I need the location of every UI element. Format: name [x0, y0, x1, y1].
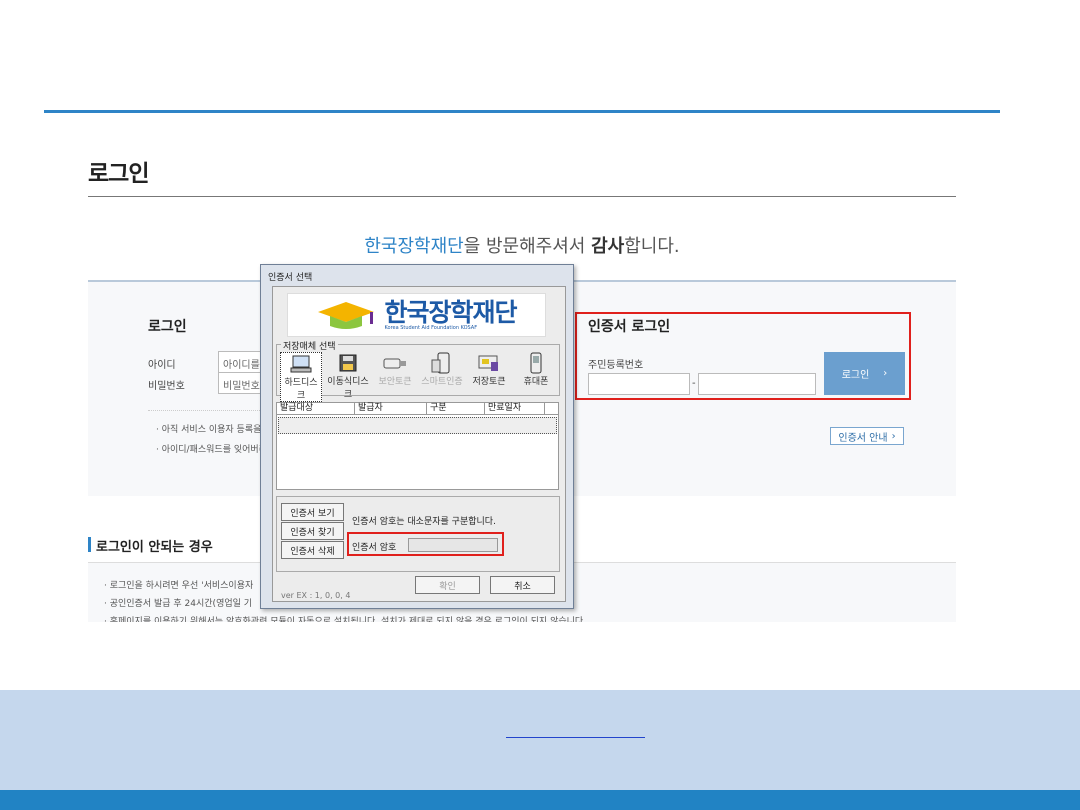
cert-list[interactable]: 발급대상 발급자 구분 만료일자 [276, 402, 559, 490]
storage-token-icon [478, 355, 498, 371]
cert-login-heading: 인증서 로그인 [588, 319, 671, 335]
media-list: 하드디스크 이동식디스크 보안토큰 스마트인증 저장토큰 휴대폰 [280, 352, 557, 402]
graduation-cap-icon [318, 302, 375, 329]
guide-button-label: 인증서 안내 [838, 432, 888, 444]
section-marker [88, 537, 91, 552]
view-cert-button[interactable]: 인증서 보기 [281, 503, 344, 521]
footer-link[interactable] [506, 734, 645, 738]
password-label: 인증서 암호 [352, 543, 397, 553]
welcome-end: 합니다. [624, 236, 680, 257]
title-divider [88, 196, 956, 197]
cert-login-button[interactable]: 로그인 › [824, 352, 905, 395]
removable-disk-icon [339, 354, 357, 372]
cert-list-header: 발급대상 발급자 구분 만료일자 [277, 403, 558, 415]
media-group-label: 저장매체 선택 [281, 339, 338, 352]
column-header[interactable]: 만료일자 [485, 403, 545, 414]
id-login-heading: 로그인 [148, 319, 187, 335]
trouble-heading: 로그인이 안되는 경우 [96, 540, 213, 555]
smart-auth-icon [431, 352, 450, 374]
footer-band [0, 690, 1080, 790]
chevron-right-icon: › [891, 430, 896, 442]
media-removable-disk[interactable]: 이동식디스크 [327, 352, 369, 402]
cert-list-row[interactable] [278, 417, 557, 434]
pw-input[interactable]: 비밀번호를 [218, 372, 262, 394]
login-note: · 아직 서비스 이용자 등록을 [156, 425, 262, 435]
cert-guide-button[interactable]: 인증서 안내 › [830, 427, 904, 445]
column-header[interactable]: 발급자 [355, 403, 427, 414]
chevron-right-icon: › [883, 368, 888, 379]
column-header[interactable]: 발급대상 [277, 403, 355, 414]
ok-button[interactable]: 확인 [415, 576, 480, 594]
media-security-token[interactable]: 보안토큰 [374, 352, 416, 402]
rrn-label: 주민등록번호 [588, 360, 644, 371]
login-divider [148, 410, 262, 411]
top-rule [44, 110, 1000, 113]
mobile-phone-icon [530, 352, 542, 374]
pw-label: 비밀번호 [148, 381, 185, 392]
case-sensitivity-note: 인증서 암호는 대소문자를 구분합니다. [352, 517, 496, 527]
kosaf-logo: 한국장학재단 Korea Student Aid Foundation KOSA… [287, 293, 546, 337]
welcome-brand: 한국장학재단 [364, 236, 464, 257]
column-header[interactable]: 구분 [427, 403, 485, 414]
media-label: 휴대폰 [523, 377, 549, 387]
rrn-second-input[interactable] [698, 373, 816, 395]
login-note: · 아이디/패스워드를 잊어버리 [156, 445, 267, 455]
rrn-separator: - [692, 378, 696, 389]
dialog-title: 인증서 선택 [268, 273, 313, 283]
media-label: 보안토큰 [378, 377, 412, 387]
bottom-bar [0, 790, 1080, 810]
hard-disk-icon [290, 355, 312, 373]
media-label: 하드디스크 [284, 378, 318, 401]
delete-cert-button[interactable]: 인증서 삭제 [281, 541, 344, 559]
media-label: 이동식디스크 [327, 377, 369, 400]
id-label: 아이디 [148, 360, 176, 371]
trouble-note: · 공인인증서 발급 후 24시간(영업일 기 [104, 599, 253, 609]
welcome-message: 한국장학재단을 방문해주셔서 감사합니다. [88, 232, 956, 258]
cancel-button[interactable]: 취소 [490, 576, 555, 594]
media-mobile-phone[interactable]: 휴대폰 [515, 352, 557, 402]
media-hard-disk[interactable]: 하드디스크 [280, 352, 322, 402]
id-input[interactable]: 아이디를 입 [218, 351, 262, 373]
trouble-note: · 로그인을 하시려면 우선 '서비스이용자 [104, 581, 254, 591]
security-token-icon [383, 358, 406, 369]
login-button-label: 로그인 [841, 370, 870, 381]
logo-text: 한국장학재단 [384, 297, 517, 327]
welcome-mid: 을 방문해주셔서 [463, 236, 592, 257]
page: 로그인 한국장학재단을 방문해주셔서 감사합니다. 로그인 아이디 아이디를 입… [0, 0, 1080, 810]
version-label: ver EX : 1, 0, 0, 4 [281, 591, 351, 600]
media-label: 스마트인증 [421, 377, 463, 387]
logo-text-group: 한국장학재단 Korea Student Aid Foundation KOSA… [384, 297, 517, 331]
rrn-first-input[interactable] [588, 373, 690, 395]
page-title: 로그인 [88, 161, 149, 187]
media-label: 저장토큰 [472, 377, 506, 387]
welcome-bold: 감사 [591, 236, 625, 257]
media-storage-token[interactable]: 저장토큰 [468, 352, 510, 402]
media-smart-auth[interactable]: 스마트인증 [421, 352, 463, 402]
trouble-note: · 홈페이지를 이용하기 위해서는 암호화관련 모듈이 자동으로 설치됩니다. … [104, 617, 587, 622]
find-cert-button[interactable]: 인증서 찾기 [281, 522, 344, 540]
cert-password-input[interactable] [408, 538, 498, 552]
